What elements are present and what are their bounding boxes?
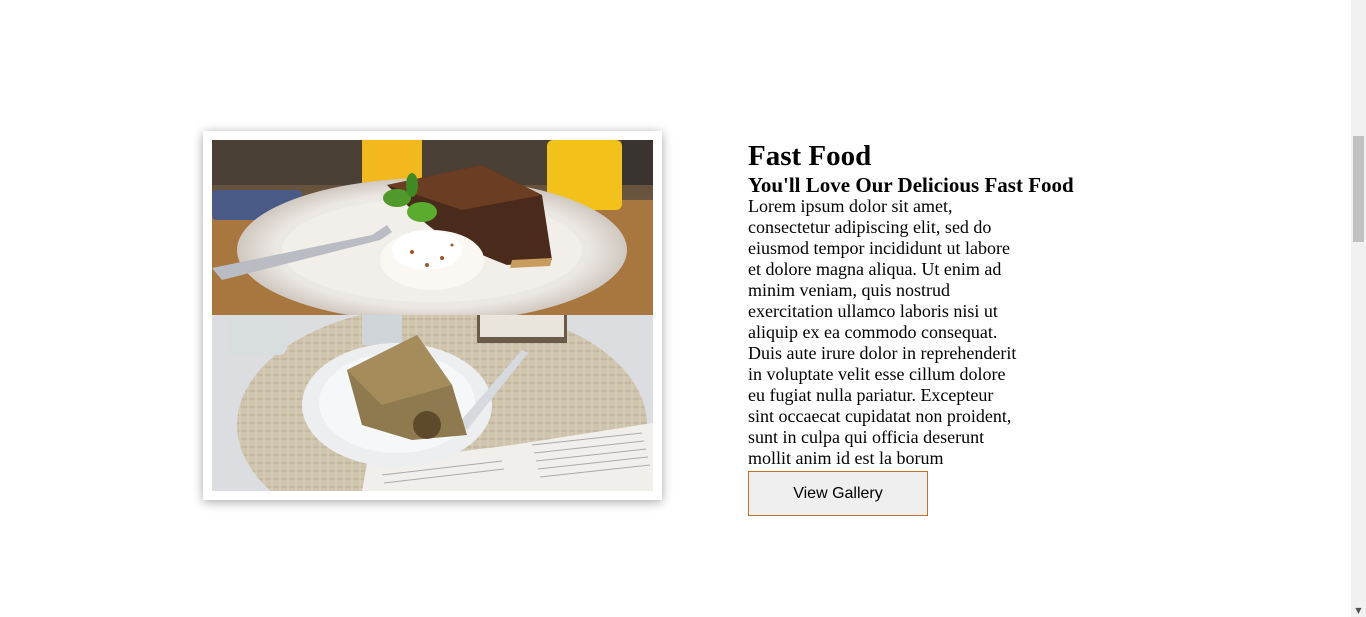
page-title: Fast Food (748, 140, 872, 172)
text-column: Fast Food You'll Love Our Delicious Fast… (748, 138, 1108, 469)
section-subtitle: You'll Love Our Delicious Fast Food (748, 173, 1074, 197)
vertical-scrollbar[interactable]: ▼ (1351, 0, 1366, 617)
description-paragraph: Lorem ipsum dolor sit amet, consectetur … (748, 196, 1017, 468)
chocolate-cake-photo (212, 140, 653, 315)
page: Fast Food You'll Love Our Delicious Fast… (0, 0, 1351, 617)
view-gallery-button[interactable]: View Gallery (748, 471, 928, 516)
cake-slice-photo (212, 315, 653, 491)
scroll-down-arrow-icon[interactable]: ▼ (1351, 604, 1366, 617)
scrollbar-thumb[interactable] (1353, 136, 1364, 242)
photo-frame (203, 131, 662, 500)
